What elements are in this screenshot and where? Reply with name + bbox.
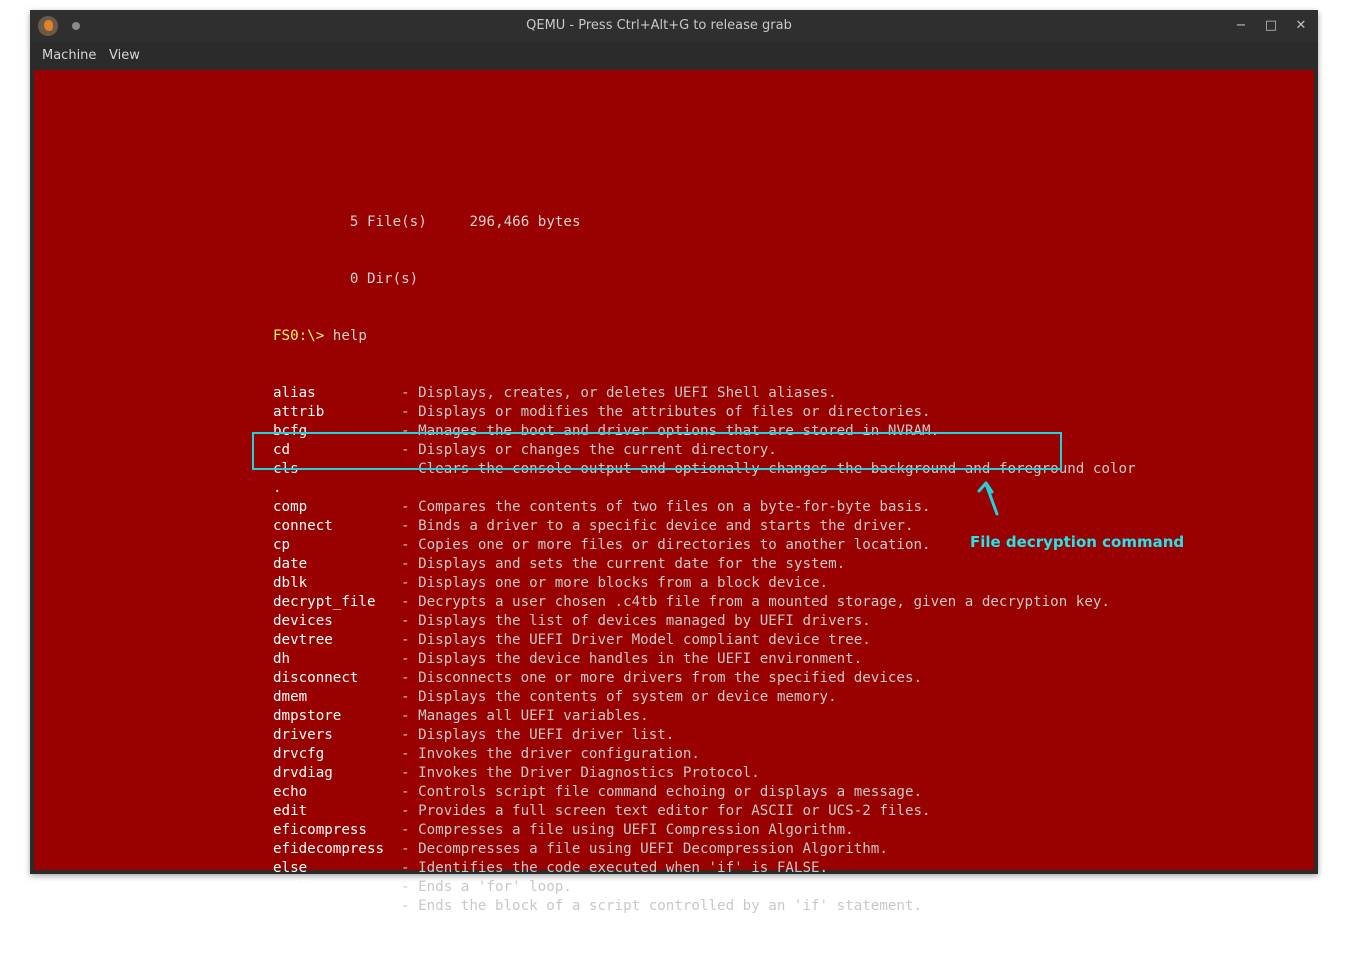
typed-command: help <box>324 328 367 344</box>
command-description: - Displays one or more blocks from a blo… <box>401 575 829 591</box>
command-name: cp <box>273 537 291 553</box>
command-description: - Displays, creates, or deletes UEFI She… <box>401 385 837 401</box>
command-name: devices <box>273 613 333 629</box>
command-name: . <box>273 480 282 496</box>
command-description: - Binds a driver to a specific device an… <box>401 518 914 534</box>
help-entry: . <box>273 479 1136 498</box>
help-entry: date - Displays and sets the current date… <box>273 555 1136 574</box>
command-description: - Decrypts a user chosen .c4tb file from… <box>401 594 1110 610</box>
command-name: else <box>273 860 308 876</box>
command-name: dmpstore <box>273 708 342 724</box>
command-name: dh <box>273 651 291 667</box>
help-entry: dh - Displays the device handles in the U… <box>273 650 1136 669</box>
command-description: - Copies one or more files or directorie… <box>401 537 931 553</box>
command-description: - Decompresses a file using UEFI Decompr… <box>401 841 888 857</box>
command-description: - Ends a 'for' loop. <box>401 879 572 895</box>
help-entry: endif - Ends the block of a script contro… <box>273 897 1136 916</box>
window-title: QEMU - Press Ctrl+Alt+G to release grab <box>526 18 792 33</box>
help-entry: drivers - Displays the UEFI driver list. <box>273 726 1136 745</box>
help-entry: efidecompress - Decompresses a file using… <box>273 840 1136 859</box>
minimize-icon[interactable]: − <box>1232 17 1250 35</box>
help-entry: dmpstore - Manages all UEFI variables. <box>273 707 1136 726</box>
help-entry: devtree - Displays the UEFI Driver Model … <box>273 631 1136 650</box>
annotation-label: File decryption command <box>970 533 1185 551</box>
command-name: drvdiag <box>273 765 333 781</box>
shell-prompt: FS0:\> <box>273 328 325 344</box>
menu-view[interactable]: View <box>109 48 140 63</box>
command-name: eficompress <box>273 822 367 838</box>
command-name: efidecompress <box>273 841 385 857</box>
command-name: endif <box>273 898 316 914</box>
command-name: decrypt_file <box>273 594 376 610</box>
title-bar[interactable]: QEMU - Press Ctrl+Alt+G to release grab … <box>30 10 1318 42</box>
help-entry: devices - Displays the list of devices ma… <box>273 612 1136 631</box>
command-description: - Compresses a file using UEFI Compressi… <box>401 822 854 838</box>
help-entry: echo - Controls script file command echoi… <box>273 783 1136 802</box>
command-description: - Identifies the code executed when 'if'… <box>401 860 829 876</box>
help-entry: eficompress - Compresses a file using UEF… <box>273 821 1136 840</box>
command-description: - Compares the contents of two files on … <box>401 499 931 515</box>
menu-machine[interactable]: Machine <box>42 48 96 63</box>
command-description: - Displays the contents of system or dev… <box>401 689 837 705</box>
help-entry: drvcfg - Invokes the driver configuration… <box>273 745 1136 764</box>
command-name: devtree <box>273 632 333 648</box>
command-description: - Controls script file command echoing o… <box>401 784 923 800</box>
command-name: date <box>273 556 308 572</box>
help-entry: dmem - Displays the contents of system or… <box>273 688 1136 707</box>
command-description: - Displays the device handles in the UEF… <box>401 651 863 667</box>
command-name: connect <box>273 518 333 534</box>
command-name: endfor <box>273 879 325 895</box>
command-description: - Displays the UEFI Driver Model complia… <box>401 632 871 648</box>
command-name: dmem <box>273 689 308 705</box>
command-name: drivers <box>273 727 333 743</box>
command-name: comp <box>273 499 308 515</box>
emulator-screen[interactable]: 5 File(s) 296,466 bytes 0 Dir(s) FS0:\> … <box>34 70 1314 914</box>
command-description: - Displays the UEFI driver list. <box>401 727 675 743</box>
help-entry: else - Identifies the code executed when … <box>273 859 1136 878</box>
command-description: - Manages all UEFI variables. <box>401 708 649 724</box>
menu-bar: Machine View <box>30 42 1318 70</box>
command-description: - Displays and sets the current date for… <box>401 556 846 572</box>
maximize-icon[interactable]: □ <box>1262 17 1280 35</box>
help-entry: alias - Displays, creates, or deletes UEF… <box>273 384 1136 403</box>
command-name: dblk <box>273 575 308 591</box>
command-description: - Invokes the driver configuration. <box>401 746 700 762</box>
command-description: - Ends the block of a script controlled … <box>401 898 923 914</box>
summary-dirs: 0 Dir(s) <box>273 271 419 287</box>
highlight-box <box>252 432 1062 470</box>
help-entry: decrypt_file - Decrypts a user chosen .c4… <box>273 593 1136 612</box>
help-entry: endfor - Ends a 'for' loop. <box>273 878 1136 897</box>
help-entry: edit - Provides a full screen text editor… <box>273 802 1136 821</box>
command-description: - Disconnects one or more drivers from t… <box>401 670 923 686</box>
help-entry: dblk - Displays one or more blocks from a… <box>273 574 1136 593</box>
command-name: alias <box>273 385 316 401</box>
command-description: - Provides a full screen text editor for… <box>401 803 931 819</box>
arrow-icon <box>977 481 999 516</box>
command-description: - Displays or modifies the attributes of… <box>401 404 931 420</box>
help-entry: comp - Compares the contents of two files… <box>273 498 1136 517</box>
prompt-line: FS0:\> help <box>273 327 1136 346</box>
help-entry: drvdiag - Invokes the Driver Diagnostics … <box>273 764 1136 783</box>
help-entry: attrib - Displays or modifies the attribu… <box>273 403 1136 422</box>
summary-files: 5 File(s) 296,466 bytes <box>273 214 581 230</box>
command-name: echo <box>273 784 308 800</box>
close-icon[interactable]: ✕ <box>1292 17 1310 35</box>
command-name: attrib <box>273 404 325 420</box>
terminal-output: 5 File(s) 296,466 bytes 0 Dir(s) FS0:\> … <box>273 175 1136 954</box>
command-name: disconnect <box>273 670 359 686</box>
command-description: - Displays the list of devices managed b… <box>401 613 871 629</box>
command-name: drvcfg <box>273 746 325 762</box>
help-entry: disconnect - Disconnects one or more driv… <box>273 669 1136 688</box>
command-description: - Invokes the Driver Diagnostics Protoco… <box>401 765 760 781</box>
command-name: edit <box>273 803 308 819</box>
